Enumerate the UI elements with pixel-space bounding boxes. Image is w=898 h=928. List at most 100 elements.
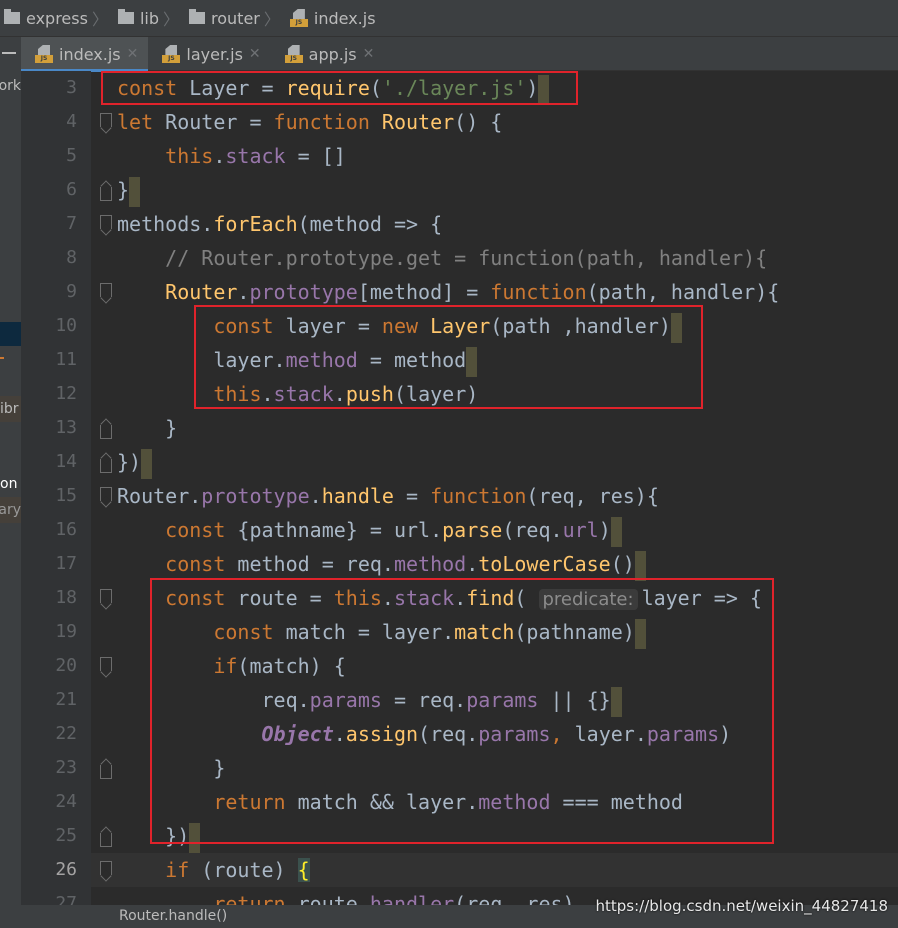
code-token: = <box>393 484 431 508</box>
project-tree-item[interactable]: ork <box>0 73 21 99</box>
code-line[interactable]: }) <box>117 445 153 479</box>
brace-match-marker <box>538 74 550 105</box>
fold-end-icon[interactable] <box>100 459 112 473</box>
fold-start-icon[interactable] <box>100 215 112 229</box>
code-token: Router <box>165 280 238 304</box>
code-token: handler <box>369 892 455 905</box>
code-token: function <box>490 280 587 304</box>
code-token: Router = <box>165 110 274 134</box>
fold-end-icon[interactable] <box>100 425 112 439</box>
code-token: prototype <box>249 280 358 304</box>
tab-label: app.js <box>308 44 357 64</box>
fold-start-icon[interactable] <box>100 589 112 603</box>
breadcrumb-item-lib[interactable]: lib 〉 <box>114 6 179 30</box>
code-line[interactable]: return route.handler(req, res) <box>117 887 574 905</box>
code-line[interactable]: Object.assign(req.params, layer.params) <box>117 717 732 751</box>
line-number-gutter: 3 4 5 6 7 8 9 10 11 12 13 14 15 16 17 18 19 20 21 22 23 24 25 2… <box>21 71 91 914</box>
code-line[interactable]: methods.forEach(method => { <box>117 207 442 241</box>
line-number: 12 <box>55 383 77 404</box>
code-token: (layer) <box>393 382 479 406</box>
code-line[interactable]: } <box>117 751 225 785</box>
code-line[interactable]: }) <box>117 819 201 853</box>
close-icon[interactable]: ✕ <box>363 46 375 62</box>
code-editor[interactable]: const Layer = require('./layer.js') let R… <box>91 71 898 905</box>
code-line[interactable]: const Layer = require('./layer.js') <box>117 71 550 105</box>
code-line[interactable]: layer.method = method <box>117 343 478 377</box>
code-line[interactable]: Router.prototype.handle = function(req, … <box>117 479 659 513</box>
fold-start-icon[interactable] <box>100 283 112 297</box>
code-line[interactable]: this.stack.push(layer) <box>117 377 478 411</box>
project-tree-item[interactable]: on <box>0 471 21 497</box>
code-line[interactable]: this.stack = [] <box>117 139 346 173</box>
code-line[interactable]: const match = layer.match(pathname) <box>117 615 646 649</box>
js-file-icon: JS <box>284 45 303 63</box>
code-line[interactable]: // Router.prototype.get = function(path,… <box>117 241 767 275</box>
tab-layer-js[interactable]: JS layer.js ✕ <box>148 37 270 71</box>
code-token: . <box>333 382 346 406</box>
js-file-icon: JS <box>35 45 53 63</box>
line-number: 11 <box>55 349 77 370</box>
breadcrumb-item-express[interactable]: express 〉 <box>0 6 108 30</box>
code-line[interactable]: req.params = req.params || {} <box>117 683 622 717</box>
collapse-icon[interactable] <box>2 52 16 54</box>
code-line[interactable]: const route = this.stack.find( predicate… <box>117 581 762 615</box>
code-line[interactable]: Router.prototype[method] = function(path… <box>117 275 779 309</box>
project-tree-item[interactable]: ary <box>0 497 21 523</box>
code-token: === method <box>550 790 683 814</box>
code-line[interactable]: const layer = new Layer(path ,handler) <box>117 309 682 343</box>
fold-start-icon[interactable] <box>100 113 112 127</box>
code-line[interactable]: let Router = function Router() { <box>117 105 502 139</box>
brace-match-marker <box>129 176 141 207</box>
code-token: './layer.js' <box>381 76 527 100</box>
code-token: . <box>237 280 250 304</box>
fold-end-icon[interactable] <box>100 765 112 779</box>
breadcrumb-item-index-js[interactable]: JS index.js <box>286 9 376 28</box>
code-token: forEach <box>213 212 298 236</box>
code-token: route. <box>297 892 370 905</box>
code-token: parse <box>442 518 503 542</box>
fold-end-icon[interactable] <box>100 833 112 847</box>
code-token: assign <box>345 722 419 746</box>
code-line[interactable]: const method = req.method.toLowerCase() <box>117 547 646 581</box>
fold-start-icon[interactable] <box>100 487 112 501</box>
fold-start-icon[interactable] <box>100 861 112 875</box>
chevron-right-icon: 〉 <box>263 10 280 29</box>
code-line[interactable]: if (route) { <box>91 853 898 887</box>
code-token: ( <box>369 76 382 100</box>
code-token: Router <box>117 484 190 508</box>
code-line[interactable]: if(match) { <box>117 649 345 683</box>
fold-end-icon[interactable] <box>100 187 112 201</box>
structure-breadcrumb[interactable]: Router.handle() <box>119 908 227 924</box>
tab-index-js[interactable]: JS index.js ✕ <box>21 37 149 72</box>
code-token: ( <box>514 586 539 610</box>
code-token: const <box>213 314 286 338</box>
code-token: method = req. <box>237 552 394 576</box>
project-tree-selected-item[interactable] <box>0 322 21 346</box>
code-token: = [] <box>285 144 346 168</box>
code-token: (route) <box>201 858 298 882</box>
line-number: 25 <box>55 825 77 846</box>
fold-start-icon[interactable] <box>100 657 112 671</box>
code-token: params <box>309 688 382 712</box>
code-token: layer = <box>285 314 382 338</box>
line-number: 26 <box>55 859 77 880</box>
tab-app-js[interactable]: JS app.js ✕ <box>271 37 385 71</box>
close-icon[interactable]: ✕ <box>127 46 139 62</box>
code-line[interactable]: } <box>117 411 177 445</box>
close-icon[interactable]: ✕ <box>249 46 261 62</box>
code-token: route = <box>237 586 334 610</box>
code-line[interactable]: const {pathname} = url.parse(req.url) <box>117 513 622 547</box>
code-line[interactable]: return match && layer.method === method <box>117 785 683 819</box>
breadcrumb-item-router[interactable]: router 〉 <box>185 6 280 30</box>
code-token: req. <box>117 688 310 712</box>
code-line[interactable]: } <box>117 173 141 207</box>
code-token: . <box>381 586 394 610</box>
project-tree-item[interactable]: ibr <box>0 396 21 422</box>
